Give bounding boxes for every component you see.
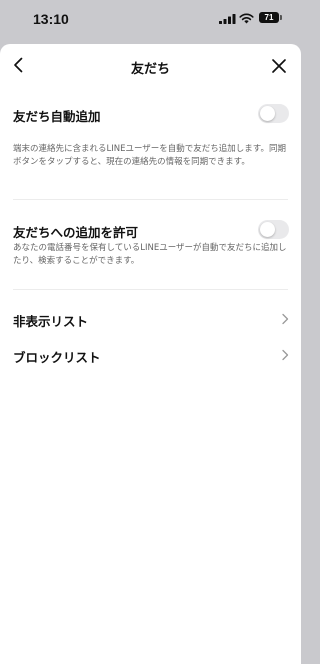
toggle-knob (260, 106, 275, 121)
status-bar: 13:10 71 (0, 0, 301, 40)
divider (13, 199, 288, 200)
settings-sheet: 友だち 友だち自動追加 端末の連絡先に含まれるLINEユーザーを自動で友だち追加… (0, 44, 301, 664)
toggle-knob (260, 222, 275, 237)
auto-add-description: 端末の連絡先に含まれるLINEユーザーを自動で友だち追加します。同期ボタンをタッ… (13, 144, 286, 167)
block-list-label: ブロックリスト (13, 350, 101, 365)
chevron-right-icon (282, 349, 289, 361)
block-list-row[interactable]: ブロックリスト (0, 340, 301, 370)
auto-add-toggle[interactable] (258, 104, 289, 123)
close-icon[interactable] (268, 55, 290, 77)
battery-tip (280, 15, 282, 20)
allow-add-label: 友だちへの追加を許可 (13, 225, 139, 240)
battery-icon: 71 (259, 12, 279, 23)
chevron-right-icon (282, 313, 289, 325)
wifi-icon (239, 13, 254, 24)
status-time: 13:10 (33, 11, 69, 27)
divider (13, 289, 288, 290)
page-title: 友だち (130, 62, 170, 77)
cellular-signal-icon (219, 14, 236, 24)
allow-add-toggle[interactable] (258, 220, 289, 239)
hidden-list-label: 非表示リスト (13, 314, 89, 329)
hidden-list-row[interactable]: 非表示リスト (0, 304, 301, 334)
allow-add-description: あなたの電話番号を保有しているLINEユーザーが自動で友だちに追加したり、検索す… (13, 243, 287, 266)
auto-add-label: 友だち自動追加 (13, 109, 101, 124)
